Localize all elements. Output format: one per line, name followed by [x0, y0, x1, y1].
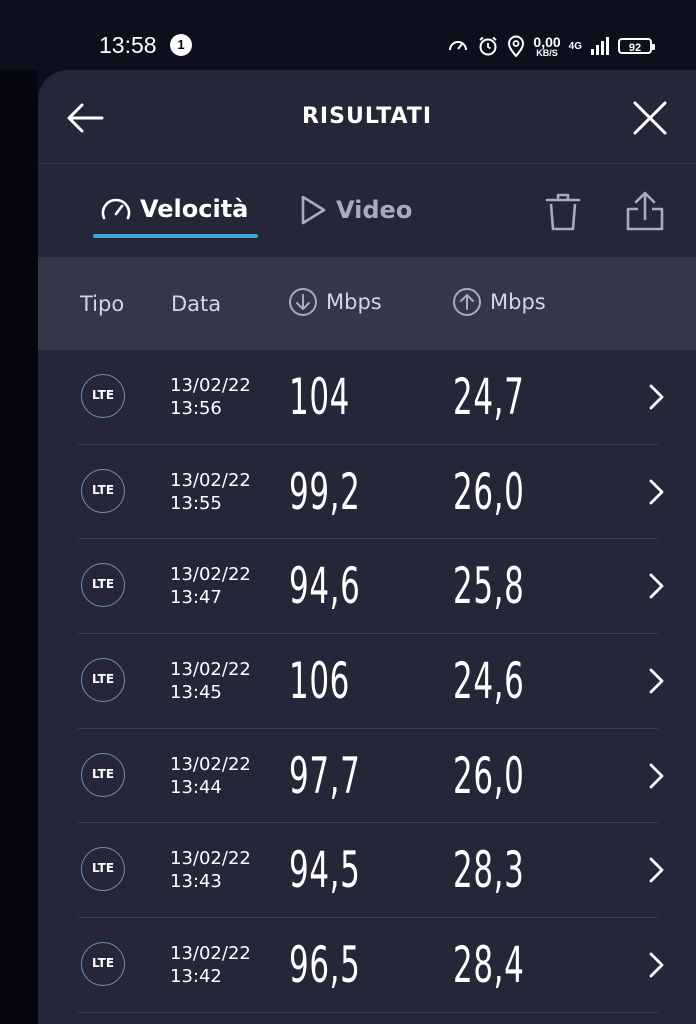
background-strip	[0, 70, 38, 1024]
row-date: 13/02/22	[170, 469, 251, 491]
row-date: 13/02/22	[170, 564, 251, 586]
row-divider	[78, 1011, 658, 1013]
chevron-right-icon	[649, 952, 664, 978]
share-icon	[626, 191, 664, 231]
net-speed-unit: KB/S	[536, 47, 558, 58]
active-tab-indicator	[93, 234, 258, 238]
tab-velocita-label: Velocità	[140, 195, 249, 223]
table-row[interactable]: LTE 13/02/22 13:44 97,7 26,0	[38, 729, 696, 824]
row-datetime: 13/02/22 13:42	[170, 942, 251, 988]
row-date: 13/02/22	[170, 659, 251, 681]
column-download: Mbps	[288, 287, 382, 317]
status-icons: 0,00 KB/S 4G 92	[447, 33, 655, 59]
row-time: 13:47	[170, 587, 222, 609]
lte-badge: LTE	[81, 468, 125, 513]
row-date: 13/02/22	[170, 375, 251, 396]
lte-badge: LTE	[81, 563, 125, 608]
row-time: 13:56	[170, 398, 222, 419]
row-date: 13/02/22	[170, 848, 251, 870]
row-download-value: 94,5	[289, 841, 361, 900]
speedometer-icon	[101, 198, 131, 220]
row-time: 13:45	[170, 682, 222, 704]
lte-badge: LTE	[81, 658, 125, 703]
column-header: Tipo Data Mbps Mbps	[38, 257, 696, 350]
lte-badge: LTE	[81, 847, 125, 892]
tab-bar: Velocità Video	[38, 164, 696, 257]
chevron-right-icon	[649, 763, 664, 789]
row-time: 13:44	[170, 776, 222, 798]
row-datetime: 13/02/22 13:43	[170, 847, 251, 893]
column-upload: Mbps	[452, 287, 546, 317]
table-row[interactable]: LTE 13/02/22 13:42 96,5 28,4	[38, 918, 696, 1013]
chevron-right-icon	[649, 573, 664, 599]
row-datetime: 13/02/22 13:45	[170, 658, 251, 704]
row-upload-value: 24,6	[453, 652, 525, 711]
row-download-value: 104	[289, 368, 351, 426]
share-button[interactable]	[624, 190, 666, 234]
chevron-right-icon	[649, 668, 664, 694]
net-speed: 0,00 KB/S	[533, 35, 560, 58]
row-date: 13/02/22	[170, 753, 251, 775]
row-download-value: 96,5	[289, 936, 361, 995]
table-row[interactable]: LTE 13/02/22 13:56 104 24,7	[38, 350, 696, 445]
column-date: Data	[171, 292, 222, 316]
row-download-value: 97,7	[289, 746, 361, 805]
table-row[interactable]: LTE 13/02/22 13:43 94,5 28,3	[38, 823, 696, 919]
upload-icon	[453, 288, 481, 316]
row-datetime: 13/02/22 13:47	[170, 563, 251, 609]
delete-button[interactable]	[543, 190, 583, 234]
chevron-right-icon	[649, 384, 664, 410]
row-download-value: 94,6	[289, 557, 361, 616]
signal-icon	[591, 37, 609, 55]
results-sheet: RISULTATI Velocità Video Tipo Data Mbps	[38, 70, 696, 1024]
trash-icon	[545, 193, 581, 231]
row-datetime: 13/02/22 13:56	[170, 374, 251, 420]
row-datetime: 13/02/22 13:55	[170, 469, 251, 515]
play-icon	[301, 195, 326, 225]
column-upload-label: Mbps	[490, 290, 546, 314]
battery-indicator: 92	[618, 38, 655, 54]
status-time: 13:58	[99, 32, 157, 58]
row-date: 13/02/22	[170, 943, 251, 965]
notification-badge: 1	[170, 34, 192, 56]
row-upload-value: 24,7	[453, 368, 525, 426]
close-button[interactable]	[628, 96, 672, 140]
table-row[interactable]: LTE 13/02/22 13:47 94,6 25,8	[38, 539, 696, 635]
column-type: Tipo	[80, 292, 125, 316]
row-upload-value: 26,0	[453, 746, 525, 805]
status-bar: 13:58 1 0,00 KB/S 4G 92	[0, 0, 696, 70]
row-upload-value: 25,8	[453, 557, 525, 616]
lte-badge: LTE	[81, 752, 125, 797]
row-datetime: 13/02/22 13:44	[170, 753, 251, 799]
row-upload-value: 26,0	[453, 462, 525, 521]
close-icon	[633, 101, 667, 135]
chevron-right-icon	[649, 479, 664, 505]
speedometer-status-icon	[449, 41, 468, 51]
row-download-value: 99,2	[289, 462, 361, 521]
lte-badge: LTE	[81, 942, 125, 987]
network-type: 4G	[568, 40, 582, 52]
page-title: RISULTATI	[301, 104, 433, 129]
tab-velocita[interactable]: Velocità	[100, 194, 248, 224]
alarm-icon	[479, 36, 498, 56]
lte-badge: LTE	[81, 374, 125, 418]
row-time: 13:55	[170, 492, 222, 514]
chevron-right-icon	[649, 858, 664, 883]
table-row[interactable]: LTE 13/02/22 13:55 99,2 26,0	[38, 445, 696, 540]
row-upload-value: 28,4	[453, 936, 525, 995]
results-list: LTE 13/02/22 13:56 104 24,7 LTE 13/02/22 1…	[38, 350, 696, 1013]
row-upload-value: 28,3	[453, 841, 525, 900]
column-download-label: Mbps	[326, 290, 382, 314]
tab-video[interactable]: Video	[298, 194, 412, 226]
row-time: 13:42	[170, 966, 222, 988]
row-download-value: 106	[289, 652, 351, 711]
net-speed-value: 0,00	[533, 33, 561, 50]
location-icon	[508, 35, 525, 57]
tab-video-label: Video	[336, 196, 413, 224]
download-icon	[289, 288, 317, 316]
row-time: 13:43	[170, 871, 222, 893]
header: RISULTATI	[38, 70, 696, 164]
table-row[interactable]: LTE 13/02/22 13:45 106 24,6	[38, 634, 696, 729]
